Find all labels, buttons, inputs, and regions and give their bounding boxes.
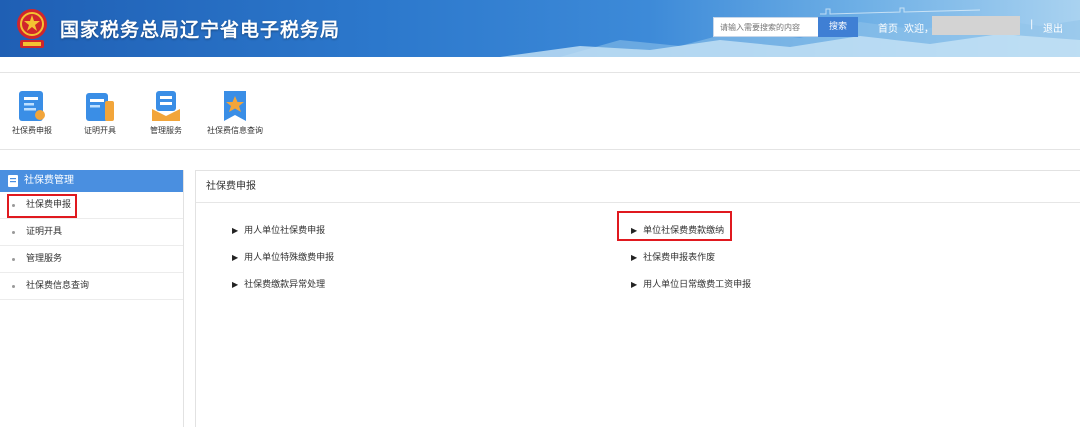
welcome-text: 欢迎， <box>904 24 934 35</box>
bullet-icon <box>12 258 15 261</box>
panel-title: 社保费申报 <box>196 171 1080 203</box>
sidebar-item-label: 社保费信息查询 <box>26 281 90 291</box>
sidebar-item-label: 管理服务 <box>26 254 63 264</box>
certificate-icon <box>86 93 114 121</box>
main-panel: 社保费申报 ▶ 用人单位社保费申报 ▶ 用人单位特殊缴费申报 ▶ 社保费缴款异常处理 … <box>195 170 1080 427</box>
search-button[interactable]: 搜索 <box>818 17 858 37</box>
toolbar-item-certificate[interactable]: 证明开具 <box>80 89 120 136</box>
info-query-icon <box>224 91 246 121</box>
toolbar-item-info-query[interactable]: 社保费信息查询 <box>206 89 264 136</box>
triangle-right-icon: ▶ <box>232 226 239 235</box>
toolbar-item-label: 社保费信息查询 <box>207 126 263 135</box>
sidebar-item-management[interactable]: 管理服务 <box>0 246 183 273</box>
link-daily-wage-declaration[interactable]: ▶ 用人单位日常缴费工资申报 <box>631 277 751 290</box>
declaration-icon <box>19 91 45 121</box>
link-label: 社保费缴款异常处理 <box>244 280 326 290</box>
sidebar-item-info-query[interactable]: 社保费信息查询 <box>0 273 183 300</box>
username-redacted <box>932 16 1020 35</box>
bullet-icon <box>12 231 15 234</box>
link-declaration-void[interactable]: ▶ 社保费申报表作废 <box>631 250 715 263</box>
link-special-payment[interactable]: ▶ 用人单位特殊缴费申报 <box>232 250 334 263</box>
highlight-box-main <box>617 211 732 241</box>
sidebar-item-label: 证明开具 <box>26 227 63 237</box>
document-icon <box>8 175 18 187</box>
link-label: 用人单位特殊缴费申报 <box>244 253 335 263</box>
top-header: 国家税务总局辽宁省电子税务局 搜索 首页 欢迎， | 退出 <box>0 0 1080 57</box>
triangle-right-icon: ▶ <box>232 280 239 289</box>
toolbar-item-management[interactable]: 管理服务 <box>146 89 186 136</box>
link-label: 社保费申报表作废 <box>643 253 716 263</box>
highlight-box-sidebar <box>7 194 77 218</box>
bullet-icon <box>12 285 15 288</box>
sidebar-header: 社保费管理 <box>0 170 183 192</box>
toolbar-item-declaration[interactable]: 社保费申报 <box>12 89 52 136</box>
sidebar-item-certificate[interactable]: 证明开具 <box>0 219 183 246</box>
management-icon <box>152 91 180 121</box>
triangle-right-icon: ▶ <box>232 253 239 262</box>
nav-separator: | <box>1030 19 1034 30</box>
national-emblem-icon <box>17 9 47 48</box>
link-employer-declaration[interactable]: ▶ 用人单位社保费申报 <box>232 223 325 236</box>
site-title: 国家税务总局辽宁省电子税务局 <box>60 19 341 41</box>
function-toolbar: 社保费申报 证明开具 管理服务 社保费信息查询 <box>0 72 1080 150</box>
link-label: 用人单位日常缴费工资申报 <box>643 280 752 290</box>
triangle-right-icon: ▶ <box>631 253 638 262</box>
toolbar-item-label: 证明开具 <box>84 126 116 135</box>
sidebar-header-label: 社保费管理 <box>24 175 74 186</box>
search-input[interactable] <box>713 17 819 37</box>
link-payment-exception[interactable]: ▶ 社保费缴款异常处理 <box>232 277 325 290</box>
toolbar-item-label: 社保费申报 <box>12 126 52 135</box>
home-link[interactable]: 首页 <box>878 20 898 35</box>
toolbar-item-label: 管理服务 <box>150 126 182 135</box>
triangle-right-icon: ▶ <box>631 280 638 289</box>
link-label: 用人单位社保费申报 <box>244 226 326 236</box>
logout-link[interactable]: 退出 <box>1043 20 1063 35</box>
